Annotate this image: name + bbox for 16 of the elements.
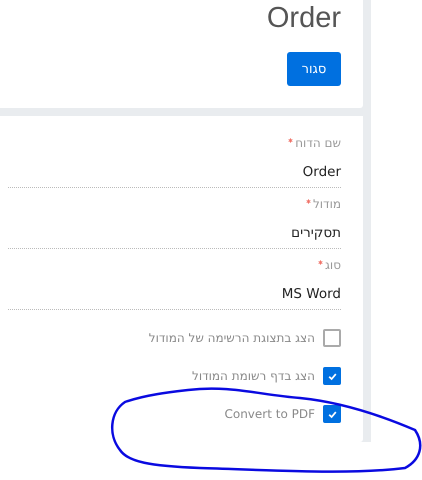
input-field[interactable]: MS Word bbox=[8, 276, 341, 310]
checkbox[interactable] bbox=[323, 367, 341, 385]
checkbox-label: Convert to PDF bbox=[224, 407, 315, 421]
field-label: שם הדוח bbox=[295, 136, 341, 150]
field-label: סוג bbox=[324, 258, 341, 272]
checkbox[interactable] bbox=[323, 329, 341, 347]
check-icon bbox=[326, 408, 338, 420]
input-field[interactable]: תסקירים bbox=[8, 215, 341, 249]
checkbox[interactable] bbox=[323, 405, 341, 423]
close-button[interactable]: סגור bbox=[287, 52, 341, 86]
check-icon bbox=[326, 370, 338, 382]
checkbox-label: הצג בדף רשומת המודול bbox=[192, 369, 315, 383]
page-title: Order bbox=[266, 2, 341, 34]
input-field[interactable]: Order bbox=[8, 154, 341, 188]
field-label: מודול bbox=[312, 197, 341, 211]
checkbox-label: הצג בתצוגת הרשימה של המודול bbox=[148, 331, 315, 345]
